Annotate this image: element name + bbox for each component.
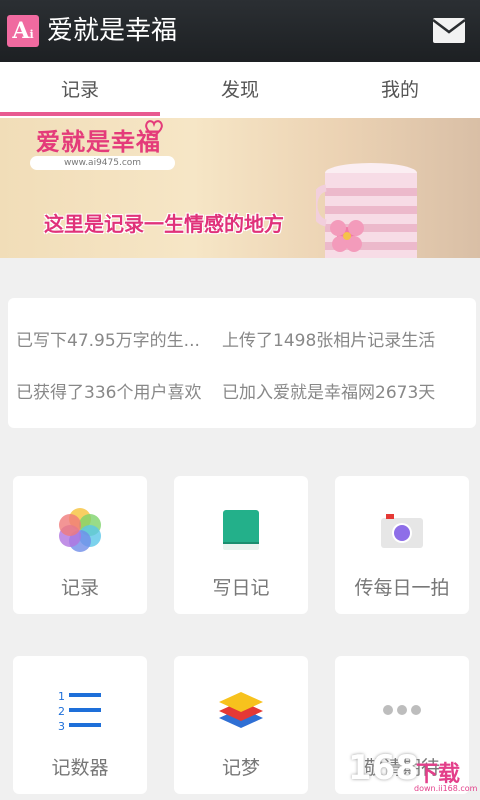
stat-words: 已写下47.95万字的生... — [16, 331, 200, 351]
tile-counter[interactable]: 1 2 3 记数器 — [13, 656, 147, 794]
svg-text:2: 2 — [58, 705, 65, 718]
watermark-number: 168 — [348, 748, 419, 788]
diary-book-icon — [223, 510, 259, 550]
tile-label: 记梦 — [221, 757, 260, 779]
app-logo: Ai — [7, 15, 39, 47]
svg-text:1: 1 — [58, 690, 65, 703]
watermark-url: down.ii168.com — [414, 784, 478, 793]
svg-text:3: 3 — [58, 720, 65, 733]
more-dots-icon — [383, 705, 421, 715]
banner-url: www.ai9475.com — [30, 156, 175, 170]
stat-photos: 上传了1498张相片记录生活 — [222, 331, 436, 351]
promo-banner[interactable]: 爱就是幸福 www.ai9475.com 这里是记录一生情感的地方 — [0, 118, 480, 258]
tile-label: 记数器 — [51, 757, 109, 779]
stat-days: 已加入爱就是幸福网2673天 — [222, 383, 436, 403]
tab-discover[interactable]: 发现 — [160, 62, 320, 118]
heart-icon — [145, 120, 163, 138]
stats-card: 已写下47.95万字的生... 上传了1498张相片记录生活 已获得了336个用… — [8, 298, 476, 428]
title-bar: Ai 爱就是幸福 — [0, 0, 480, 62]
tab-record[interactable]: 记录 — [0, 62, 160, 118]
tile-write-diary[interactable]: 写日记 — [174, 476, 308, 614]
banner-logo-text: 爱就是幸福 — [36, 128, 161, 156]
stat-likes: 已获得了336个用户喜欢 — [16, 383, 202, 403]
app-title: 爱就是幸福 — [47, 16, 178, 46]
watermark: 168 下载 down.ii168.com — [348, 748, 478, 796]
tile-label: 传每日一拍 — [354, 577, 450, 599]
photos-flower-icon — [59, 508, 101, 552]
tile-label: 记录 — [60, 577, 99, 599]
tile-dream[interactable]: 记梦 — [174, 656, 308, 794]
tile-daily-photo[interactable]: 传每日一拍 — [335, 476, 469, 614]
banner-slogan: 这里是记录一生情感的地方 — [44, 212, 284, 236]
numbered-list-icon: 1 2 3 — [58, 690, 101, 733]
layers-icon — [219, 692, 263, 728]
tab-mine[interactable]: 我的 — [320, 62, 480, 118]
tile-record[interactable]: 记录 — [13, 476, 147, 614]
camera-icon — [381, 514, 423, 548]
tab-bar: 记录 发现 我的 — [0, 62, 480, 118]
tile-label: 写日记 — [212, 577, 270, 599]
active-tab-indicator — [0, 112, 160, 116]
mail-icon[interactable] — [432, 17, 466, 44]
cup-illustration — [316, 163, 417, 258]
